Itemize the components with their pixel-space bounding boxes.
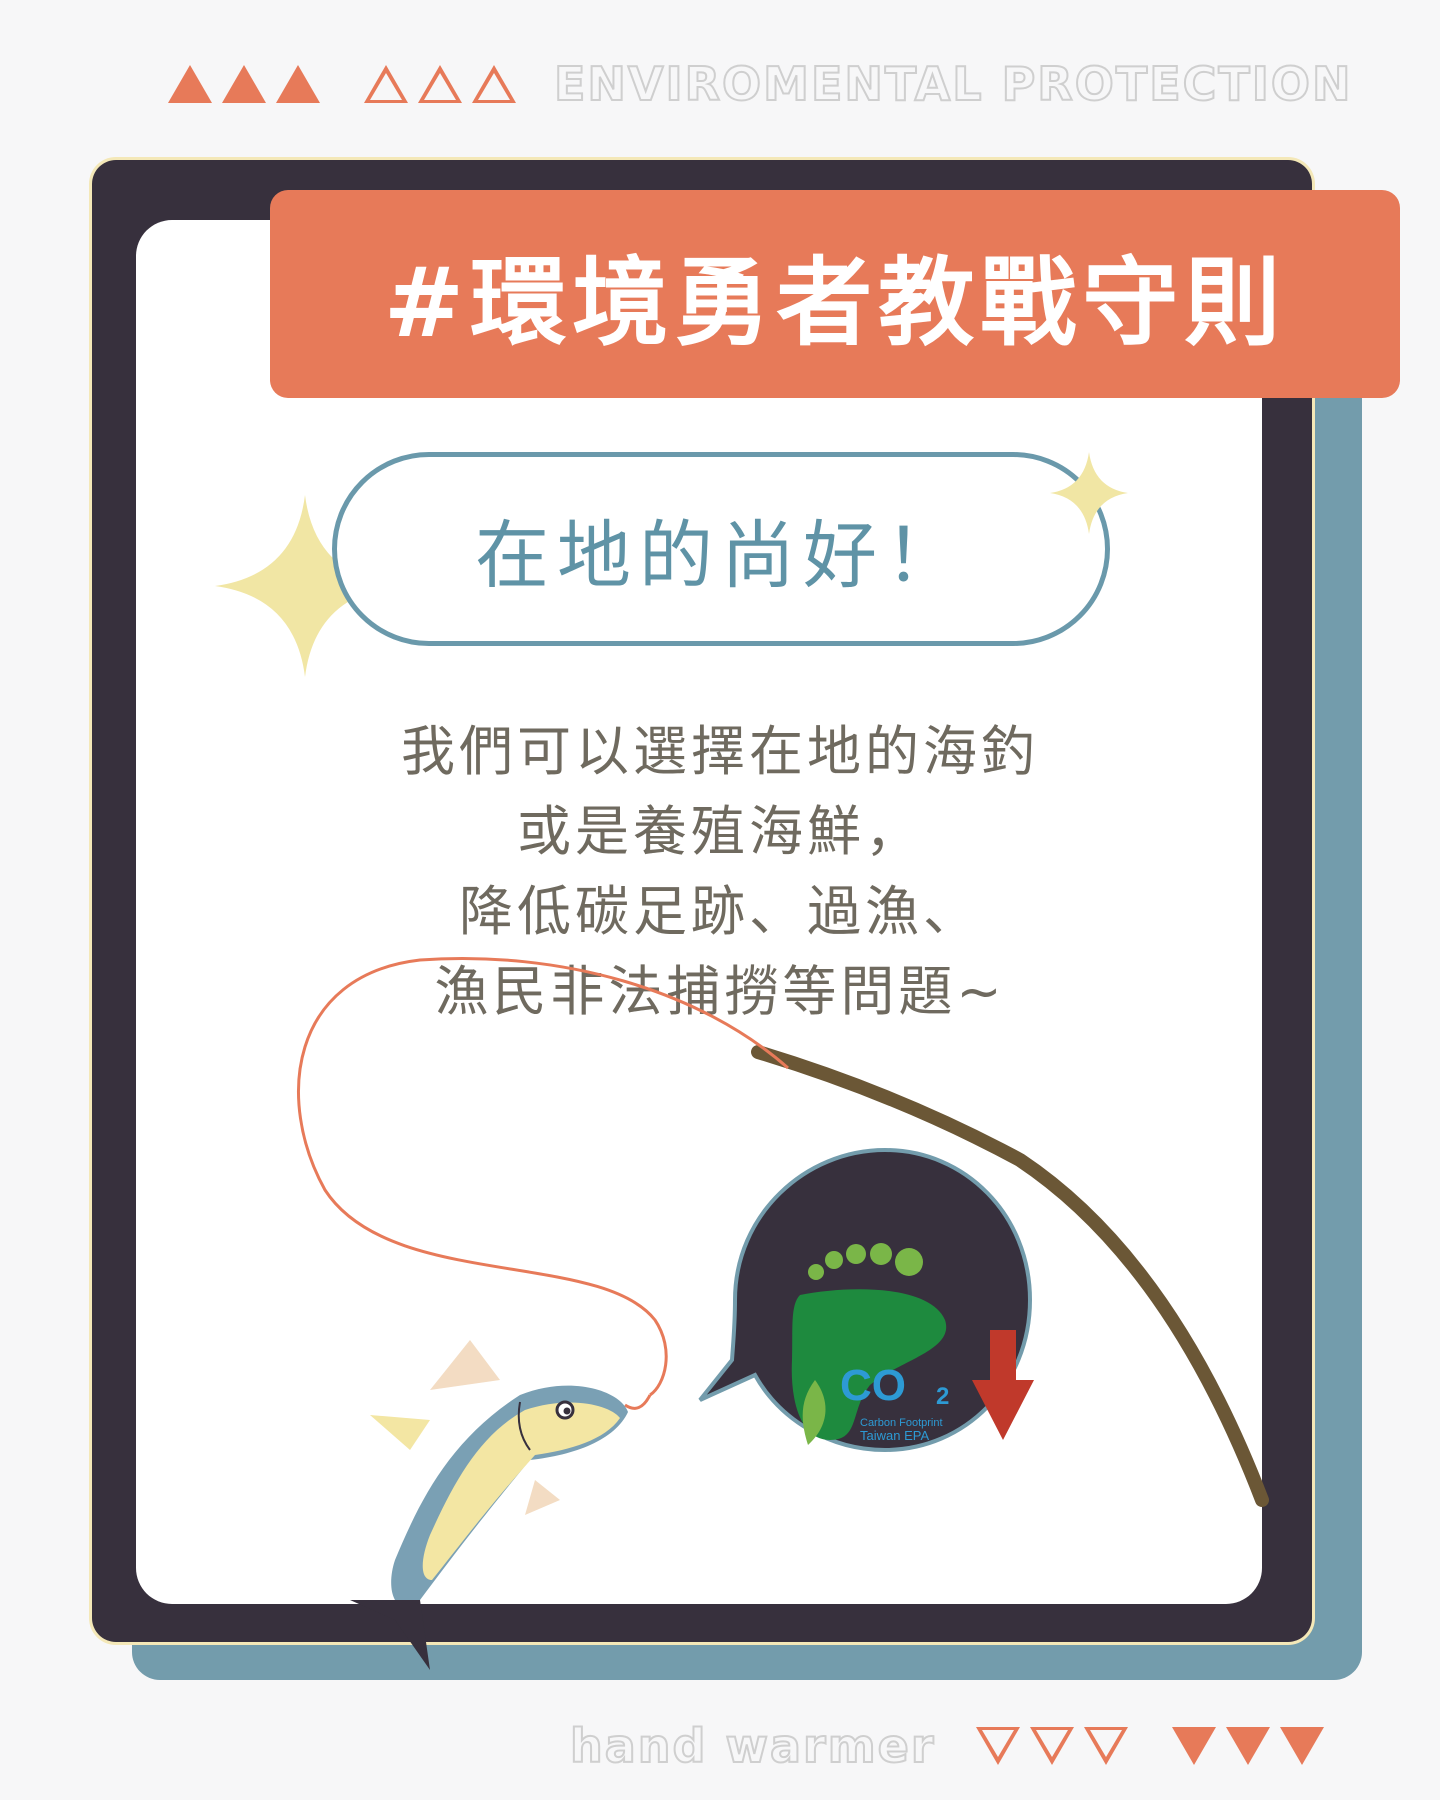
triangle-down-icon — [1171, 1727, 1216, 1765]
triangle-down-outline-icon — [975, 1727, 1020, 1765]
triangle-down-outline-icon — [1083, 1727, 1128, 1765]
footer-decoration: hand warmer — [569, 1716, 1324, 1776]
triangle-down-icon — [1225, 1727, 1270, 1765]
carbon-footprint-badge: CO 2 Carbon Footprint Taiwan EPA — [698, 1147, 1034, 1453]
footer-deco-text: hand warmer — [569, 1718, 936, 1774]
triangle-down-outline-icon — [1029, 1727, 1074, 1765]
co2-label: CO — [840, 1361, 906, 1410]
triangle-down-icon — [1279, 1727, 1324, 1765]
co2-subscript: 2 — [936, 1383, 949, 1410]
badge-line2: Taiwan EPA — [860, 1428, 929, 1443]
